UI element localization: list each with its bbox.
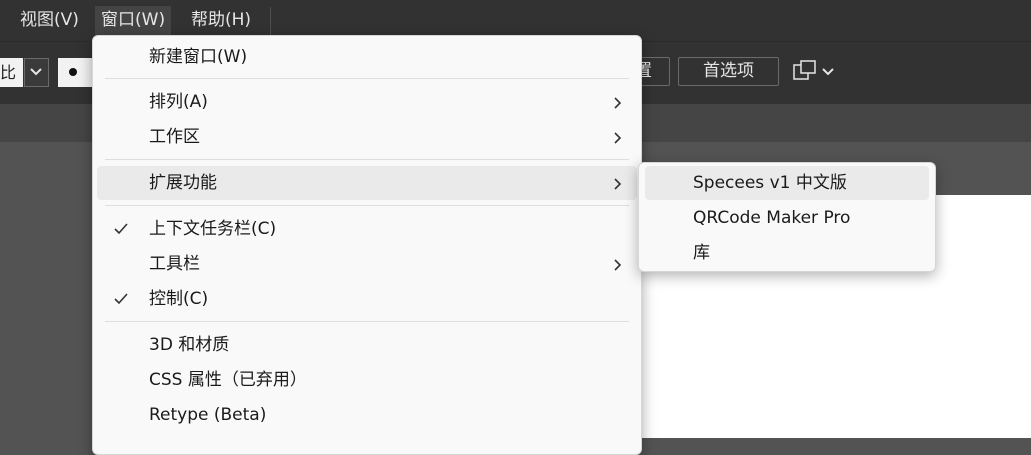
arrange-documents-icon[interactable] [793,60,837,84]
chevron-right-icon [614,259,622,271]
extensions-submenu: Specees v1 中文版 QRCode Maker Pro 库 [638,162,936,272]
submenu-item-libraries[interactable]: 库 [645,236,929,270]
submenu-item-label: QRCode Maker Pro [693,208,851,228]
menu-item-label: 工具栏 [149,254,200,274]
menu-divider [105,159,629,160]
checkmark-icon [114,293,128,305]
menu-item-3d-materials[interactable]: 3D 和材质 [97,328,637,362]
window-menu: 新建窗口(W) 排列(A) 工作区 扩展功能 上下文任务栏(C) 工具栏 控制(… [92,35,642,455]
menu-item-label: 新建窗口(W) [149,47,248,67]
menu-item-retype[interactable]: Retype (Beta) [97,398,637,432]
chevron-right-icon [614,132,622,144]
menu-help[interactable]: 帮助(H) [185,6,257,35]
menu-item-css-properties[interactable]: CSS 属性（已弃用） [97,363,637,397]
menu-window[interactable]: 窗口(W) [95,6,172,35]
menu-item-label: 扩展功能 [149,173,217,193]
menu-item-label: Retype (Beta) [149,405,267,425]
menu-item-control[interactable]: 控制(C) [97,282,637,316]
menu-item-arrange[interactable]: 排列(A) [97,85,637,119]
menu-item-new-window[interactable]: 新建窗口(W) [97,40,637,74]
submenu-item-specees[interactable]: Specees v1 中文版 [645,166,929,200]
menu-item-contextual-taskbar[interactable]: 上下文任务栏(C) [97,212,637,246]
ratio-field[interactable]: 比 [0,58,23,87]
menubar-divider [270,7,271,35]
chevron-down-icon [30,68,42,76]
chevron-right-icon [614,178,622,190]
menu-item-toolbars[interactable]: 工具栏 [97,247,637,281]
menu-divider [105,321,629,322]
dot-icon [69,68,77,76]
checkmark-icon [114,223,128,235]
chevron-right-icon [614,97,622,109]
menu-view[interactable]: 视图(V) [14,6,85,35]
menu-item-label: 工作区 [149,127,200,147]
preferences-button[interactable]: 首选项 [678,57,779,86]
menu-item-label: CSS 属性（已弃用） [149,370,307,390]
menu-divider [105,205,629,206]
submenu-item-label: 库 [693,243,710,263]
ratio-dropdown[interactable] [24,58,49,87]
submenu-item-label: Specees v1 中文版 [693,173,847,193]
submenu-item-qrcode-maker[interactable]: QRCode Maker Pro [645,201,929,235]
brush-dot-field[interactable] [58,58,94,87]
menu-item-label: 上下文任务栏(C) [149,219,277,239]
menu-divider [105,78,629,79]
menu-item-extensions[interactable]: 扩展功能 [97,166,637,200]
menu-item-label: 控制(C) [149,289,209,309]
menu-item-label: 排列(A) [149,92,208,112]
menu-item-label: 3D 和材质 [149,335,230,355]
menu-item-workspace[interactable]: 工作区 [97,120,637,154]
